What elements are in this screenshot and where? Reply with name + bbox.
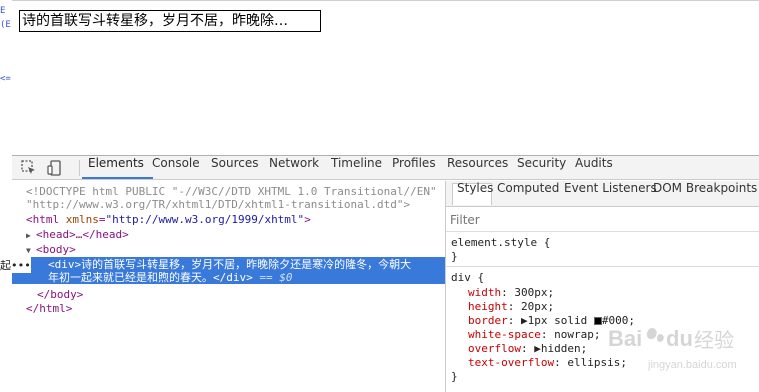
doctype-line-1[interactable]: <!DOCTYPE html PUBLIC "-//W3C//DTD XHTML…	[26, 186, 437, 198]
body-close-tag[interactable]: </body>	[37, 289, 83, 301]
toolbar-separator	[79, 160, 80, 176]
html-open-tag: <html	[26, 213, 60, 226]
svg-text:jingyan.baidu.com: jingyan.baidu.com	[647, 359, 737, 371]
element-style-selector[interactable]: element.style {	[451, 237, 550, 249]
left-strip-glyph: E	[0, 6, 6, 16]
svg-text:Bai: Bai	[608, 326, 642, 351]
ellipsis-demo-div: 诗的首联写斗转星移，岁月不居，昨晚除…	[19, 10, 321, 32]
div-close-tag: </div>	[213, 271, 253, 284]
tab-network[interactable]: Network	[269, 156, 319, 180]
device-mode-icon[interactable]	[46, 159, 64, 177]
doctype-line-2[interactable]: "http://www.w3.org/TR/xhtml1/DTD/xhtml1-…	[26, 199, 410, 211]
subtab-dom-breakpoints[interactable]: DOM Breakpoints	[653, 181, 757, 207]
gutter-dots[interactable]: 起•••	[0, 257, 31, 273]
css-declaration[interactable]: white-space: nowrap;	[468, 329, 600, 341]
div-text-line-2: 年初一起来就已经是和煦的春天。	[48, 271, 213, 284]
div-rule-close: }	[451, 370, 458, 383]
rendered-page: E (E <= 诗的首联写斗转星移，岁月不居，昨晚除…	[0, 0, 759, 155]
css-prop-value: nowrap;	[554, 328, 601, 341]
div-rule-selector[interactable]: div {	[451, 272, 484, 284]
html-attr-value: "http://www.w3.org/1999/xhtml"	[105, 213, 305, 226]
baidu-jingyan-watermark: Bai du 经验 jingyan.baidu.com	[608, 326, 737, 371]
tab-profiles[interactable]: Profiles	[392, 156, 436, 180]
html-open-close: >	[304, 213, 311, 226]
dollar-zero-ref: == $0	[259, 271, 293, 284]
css-prop-name: overflow	[468, 342, 521, 355]
css-prop-name: text-overflow	[468, 356, 555, 369]
css-prop-value: ▶hidden;	[534, 342, 588, 355]
subtab-computed[interactable]: Computed	[497, 181, 559, 207]
html-attr-name: xmlns	[65, 213, 99, 226]
svg-text:du: du	[666, 326, 693, 351]
html-node[interactable]: <html xmlns="http://www.w3.org/1999/xhtm…	[26, 214, 311, 226]
html-close-tag[interactable]: </html>	[26, 303, 72, 315]
tab-resources[interactable]: Resources	[447, 156, 508, 180]
tab-timeline[interactable]: Timeline	[331, 156, 382, 180]
collapse-triangle-icon[interactable]: ▼	[26, 245, 36, 257]
html-attr-eq: =	[98, 213, 106, 226]
css-prop-value: 300px;	[514, 286, 555, 299]
active-tab-indicator	[82, 177, 153, 179]
expand-triangle-icon[interactable]: ▶	[26, 230, 36, 242]
left-strip-glyph: <=	[0, 74, 11, 84]
body-open-tag: <body>	[36, 243, 76, 256]
head-node[interactable]: ▶ <head>…</head>	[26, 229, 129, 242]
inspect-element-icon[interactable]	[20, 159, 38, 177]
tab-audits[interactable]: Audits	[575, 156, 613, 180]
svg-text:经验: 经验	[694, 328, 734, 352]
selected-div-node[interactable]: <div>诗的首联写斗转星移，岁月不居，昨晚除夕还是寒冷的隆冬，今朝大 年初一起…	[12, 257, 445, 284]
left-strip-glyph: (E	[0, 20, 11, 30]
styles-filter-input[interactable]	[450, 211, 750, 229]
rule-divider	[446, 266, 759, 267]
css-declaration[interactable]: width: 300px;	[468, 287, 554, 299]
filter-divider	[446, 231, 759, 232]
body-node[interactable]: ▼ <body>	[26, 244, 76, 257]
css-prop-name: border	[468, 314, 508, 327]
head-tag: <head>…</head>	[36, 228, 129, 241]
subtab-event-listeners[interactable]: Event Listeners	[564, 181, 657, 207]
page-top-border	[12, 0, 759, 1]
styles-subtabs: Styles Computed Event Listeners DOM Brea…	[446, 181, 759, 207]
elements-tree: <!DOCTYPE html PUBLIC "-//W3C//DTD XHTML…	[0, 181, 445, 392]
div-open-tag: <div>	[48, 258, 82, 271]
left-edge-strip: E (E <=	[0, 0, 12, 155]
tab-security[interactable]: Security	[517, 156, 566, 180]
tab-console[interactable]: Console	[152, 156, 200, 180]
div-text-line-1: 诗的首联写斗转星移，岁月不居，昨晚除夕还是寒冷的隆冬，今朝大	[81, 258, 412, 271]
devtools-toolbar: Elements Console Sources Network Timelin…	[12, 156, 759, 180]
tab-sources[interactable]: Sources	[211, 156, 258, 180]
selected-div-text: <div>诗的首联写斗转星移，岁月不居，昨晚除夕还是寒冷的隆冬，今朝大 年初一起…	[48, 259, 411, 284]
css-declaration[interactable]: height: 20px;	[468, 301, 554, 313]
subtab-styles[interactable]: Styles	[457, 181, 493, 207]
css-prop-name: height	[468, 300, 508, 313]
css-prop-name: white-space	[468, 328, 541, 341]
element-style-close: }	[451, 250, 458, 263]
css-prop-value: 20px;	[521, 300, 555, 313]
css-prop-name: width	[468, 286, 502, 299]
css-declaration[interactable]: overflow: ▶hidden;	[468, 343, 587, 355]
css-prop-value: ▶1px solid	[521, 314, 594, 327]
